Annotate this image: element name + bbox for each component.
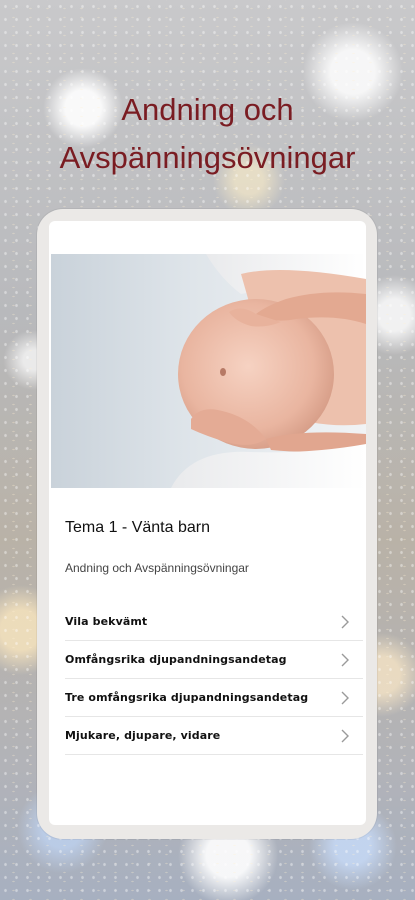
topic-subtitle: Andning och Avspänningsövningar xyxy=(65,561,249,575)
exercise-label: Mjukare, djupare, vidare xyxy=(65,729,221,742)
exercise-list: Vila bekvämt Omfångsrika djupandningsand… xyxy=(65,603,363,755)
chevron-right-icon xyxy=(341,653,349,667)
app-headline: Andning och Avspänningsövningar xyxy=(0,86,415,182)
headline-line-2: Avspänningsövningar xyxy=(59,140,356,175)
chevron-right-icon xyxy=(341,729,349,743)
topic-title: Tema 1 - Vänta barn xyxy=(65,519,210,536)
exercise-row-vila-bekvamt[interactable]: Vila bekvämt xyxy=(65,603,363,641)
chevron-right-icon xyxy=(341,615,349,629)
exercise-label: Omfångsrika djupandningsandetag xyxy=(65,653,287,666)
headline-line-1: Andning och xyxy=(121,92,294,127)
chevron-right-icon xyxy=(341,691,349,705)
pregnant-belly-illustration xyxy=(171,254,366,488)
pregnancy-photo xyxy=(51,254,366,488)
exercise-label: Vila bekvämt xyxy=(65,615,148,628)
exercise-row-mjukare[interactable]: Mjukare, djupare, vidare xyxy=(65,717,363,755)
exercise-label: Tre omfångsrika djupandningsandetag xyxy=(65,691,309,704)
app-screen: Tema 1 - Vänta barn Andning och Avspänni… xyxy=(49,221,366,825)
exercise-row-tre-omfangsrika[interactable]: Tre omfångsrika djupandningsandetag xyxy=(65,679,363,717)
exercise-row-omfangsrika[interactable]: Omfångsrika djupandningsandetag xyxy=(65,641,363,679)
